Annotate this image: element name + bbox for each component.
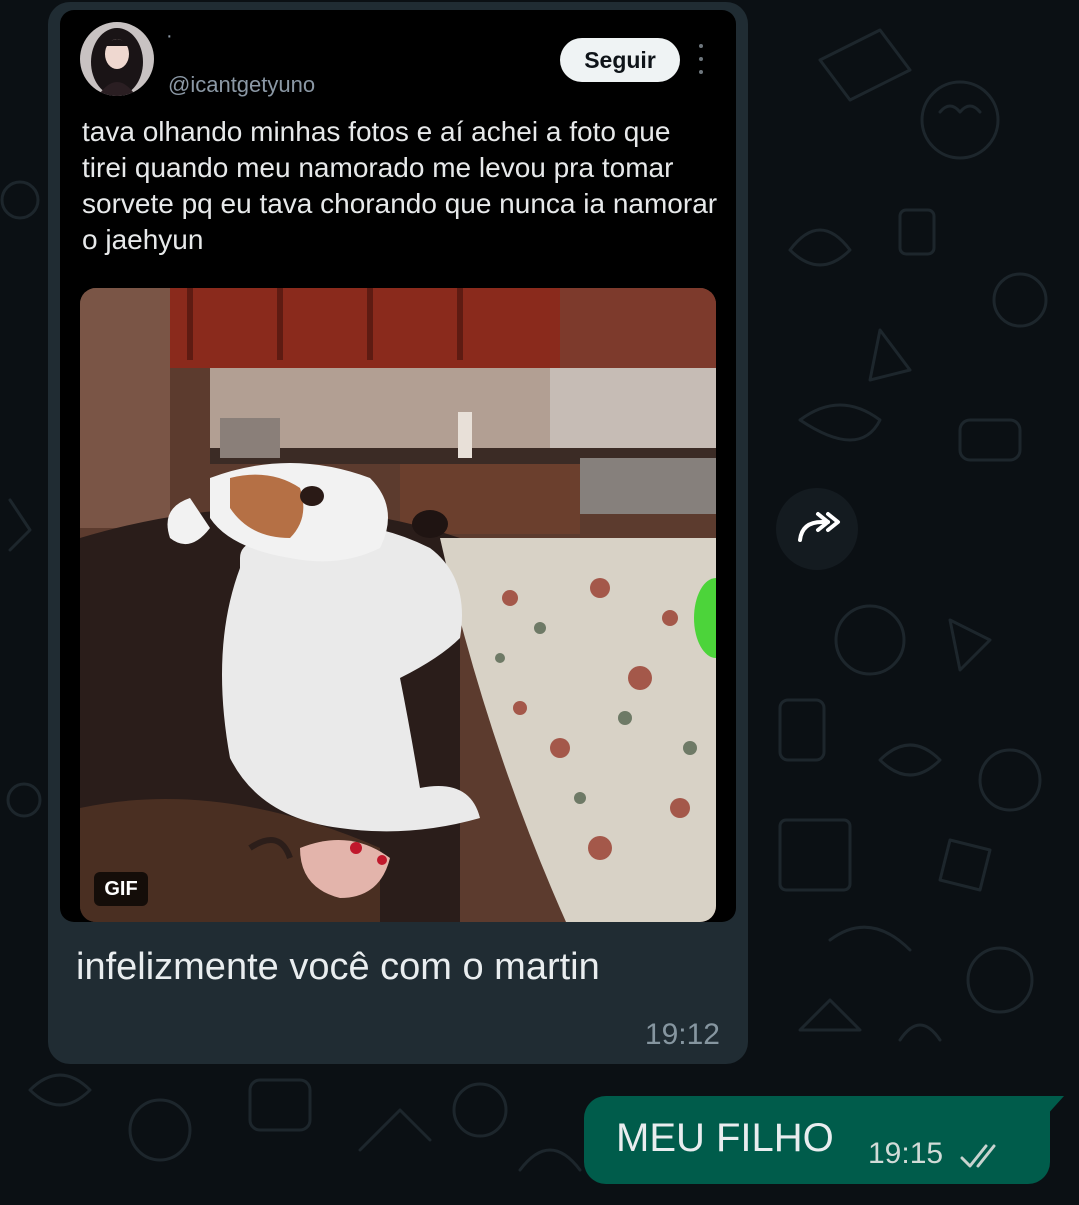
avatar[interactable] [80, 22, 154, 96]
message-caption: infelizmente você com o martin [76, 946, 600, 988]
outgoing-message-bubble[interactable]: MEU FILHO 19:15 [584, 1096, 1064, 1184]
message-text: MEU FILHO [616, 1116, 834, 1160]
follow-button[interactable]: Seguir [560, 38, 680, 82]
message-timestamp: 19:15 [868, 1137, 944, 1170]
incoming-message-bubble[interactable]: · @icantgetyuno Seguir tava olhando minh… [48, 2, 748, 1064]
author-handle[interactable]: @icantgetyuno [168, 72, 315, 98]
forward-button[interactable] [776, 488, 858, 570]
gif-badge: GIF [94, 872, 148, 906]
forward-icon [798, 512, 840, 542]
tweet-text: tava olhando minhas fotos e aí achei a f… [82, 116, 718, 255]
double-check-icon [960, 1142, 1006, 1170]
more-vertical-icon[interactable] [696, 44, 706, 74]
message-timestamp: 19:12 [644, 1018, 720, 1051]
author-name: · [166, 25, 173, 47]
bubble-tail [1046, 1096, 1064, 1116]
tweet-gif[interactable]: GIF [80, 288, 716, 922]
tweet-card[interactable]: · @icantgetyuno Seguir tava olhando minh… [60, 10, 736, 922]
